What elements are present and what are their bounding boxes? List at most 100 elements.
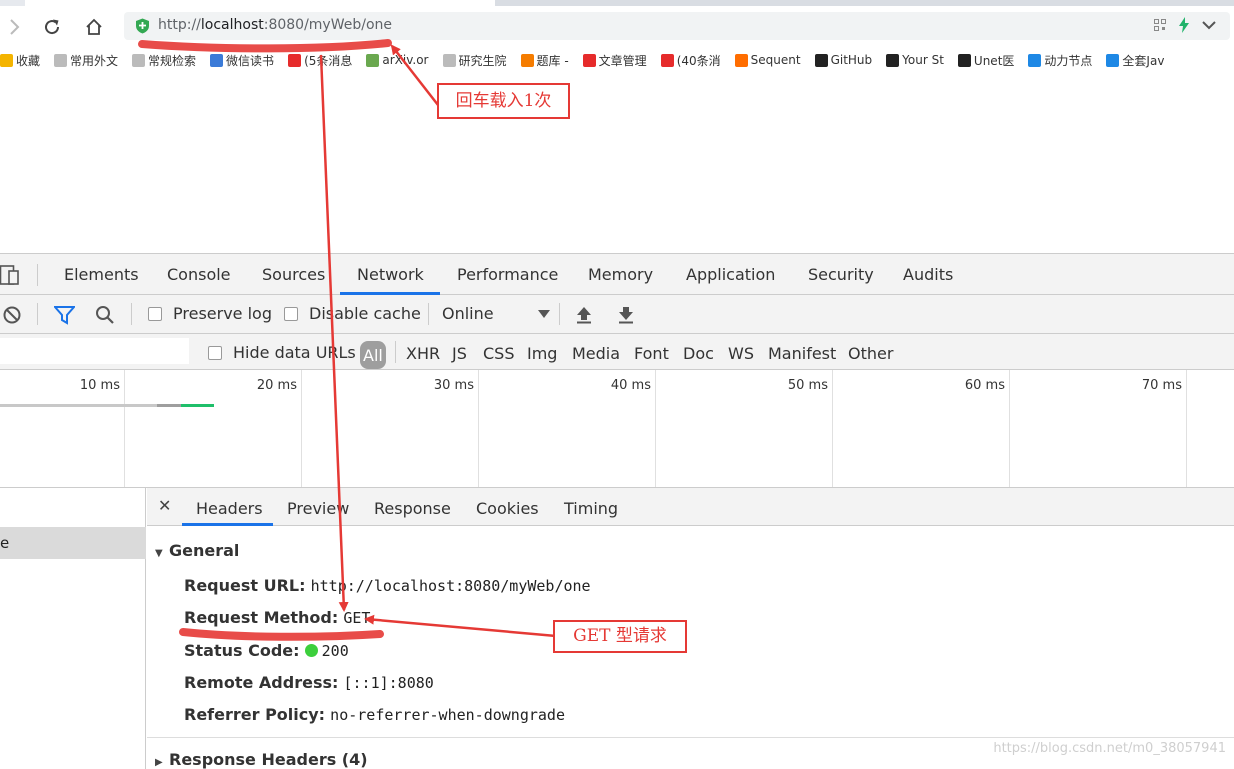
hide-data-urls-option[interactable]: Hide data URLs [208, 343, 356, 362]
url-scheme: http:// [158, 17, 201, 33]
tab-application[interactable]: Application [686, 265, 775, 295]
bookmark-item[interactable]: Unet医 [957, 50, 1015, 70]
filter-type-css[interactable]: CSS [483, 344, 514, 363]
qr-code-icon[interactable] [1154, 19, 1166, 31]
filter-type-media[interactable]: Media [572, 344, 620, 363]
tab-left[interactable] [0, 0, 25, 6]
filter-type-other[interactable]: Other [848, 344, 893, 363]
network-overview-timeline[interactable]: 10 ms 20 ms 30 ms 40 ms 50 ms 60 ms 70 m… [0, 370, 1234, 488]
url-host: localhost [200, 17, 264, 33]
device-toolbar-icon[interactable] [0, 264, 20, 286]
tab-headers[interactable]: Headers [196, 499, 263, 518]
request-row[interactable]: e [0, 527, 146, 559]
home-button[interactable] [80, 14, 108, 40]
bookmark-item[interactable]: GitHub [814, 50, 873, 70]
bookmark-item[interactable]: 收藏 [0, 50, 40, 70]
address-url[interactable]: http://localhost:8080/myWeb/one [158, 17, 392, 33]
reload-button[interactable] [38, 14, 66, 40]
bookmarks-bar: 收藏 常用外文 常规检索 微信读书 (5条消息 arXiv.or 研究生院 题库 - 文章管理 (… [0, 48, 1234, 72]
filter-input[interactable] [0, 338, 189, 364]
bookmark-item[interactable]: 文章管理 [582, 50, 647, 70]
request-url-row: Request URL: http://localhost:8080/myWeb… [184, 576, 591, 595]
search-icon[interactable] [95, 305, 115, 325]
disable-cache-checkbox[interactable] [284, 306, 298, 321]
lightning-icon[interactable] [1178, 17, 1190, 33]
general-header[interactable]: ▼ General [155, 541, 239, 560]
throttle-select[interactable]: Online [442, 304, 550, 323]
bookmark-item[interactable]: 研究生院 [442, 50, 507, 70]
divider [131, 303, 132, 325]
response-headers-header[interactable]: ▶ Response Headers (4) [155, 750, 368, 769]
referrer-policy-key: Referrer Policy: [184, 705, 326, 724]
bookmark-item[interactable]: 题库 - [520, 50, 569, 70]
filter-type-img[interactable]: Img [527, 344, 557, 363]
timeline-label: 60 ms [964, 378, 1005, 393]
remote-address-value: [::1]:8080 [343, 674, 434, 692]
tab-security[interactable]: Security [808, 265, 874, 295]
filter-type-manifest[interactable]: Manifest [768, 344, 836, 363]
preserve-log-option[interactable]: Preserve log [148, 304, 272, 323]
status-ok-icon [304, 644, 318, 657]
bookmark-item[interactable]: (40条消 [660, 50, 721, 70]
filter-type-xhr[interactable]: XHR [406, 344, 440, 363]
timeline-bar-download [181, 404, 214, 407]
general-section: ▼ General Request URL: http://localhost:8… [147, 526, 1234, 769]
bookmark-item[interactable]: Your St [886, 50, 944, 70]
bookmark-label: Unet医 [973, 53, 1015, 68]
reload-annotation: 回车载入1次 [437, 83, 570, 119]
tab-inactive[interactable] [495, 0, 1234, 6]
forward-button[interactable] [0, 14, 28, 40]
filter-type-font[interactable]: Font [634, 344, 669, 363]
export-har-icon[interactable] [617, 306, 635, 324]
bookmark-item[interactable]: arXiv.or [366, 50, 429, 70]
bookmark-item[interactable]: (5条消息 [288, 50, 352, 70]
tab-network[interactable]: Network [357, 265, 424, 295]
disable-cache-option[interactable]: Disable cache [284, 304, 421, 323]
bookmark-item[interactable]: 微信读书 [210, 50, 274, 70]
tab-performance[interactable]: Performance [457, 265, 558, 295]
request-details: ✕ Headers Preview Response Cookies Timin… [147, 488, 1234, 769]
preserve-log-label: Preserve log [173, 304, 272, 323]
bookmark-item[interactable]: 全套Jav [1106, 50, 1164, 70]
bookmark-item[interactable]: 常规检索 [132, 50, 196, 70]
close-icon[interactable]: ✕ [158, 496, 171, 515]
bookmark-item[interactable]: 动力节点 [1028, 50, 1092, 70]
tab-timing[interactable]: Timing [564, 499, 618, 518]
bookmark-label: 收藏 [16, 53, 41, 68]
tab-cookies[interactable]: Cookies [476, 499, 539, 518]
response-headers-title: Response Headers (4) [169, 750, 368, 769]
timeline-label: 10 ms [79, 378, 120, 393]
preserve-log-checkbox[interactable] [148, 306, 162, 321]
tab-elements[interactable]: Elements [64, 265, 139, 295]
divider [37, 303, 38, 325]
tab-sources[interactable]: Sources [262, 265, 325, 295]
filter-type-js[interactable]: JS [452, 344, 467, 363]
tab-memory[interactable]: Memory [588, 265, 653, 295]
address-bar[interactable]: http://localhost:8080/myWeb/one [124, 12, 1230, 40]
bookmark-item[interactable]: 常用外文 [54, 50, 118, 70]
tab-response[interactable]: Response [374, 499, 451, 518]
remote-address-row: Remote Address: [::1]:8080 [184, 673, 434, 692]
address-bar-actions [1154, 17, 1216, 33]
chevron-down-icon[interactable] [1202, 20, 1216, 30]
tab-console[interactable]: Console [167, 265, 231, 295]
status-code-value: 200 [321, 642, 349, 660]
timeline-bar-queue [157, 404, 181, 407]
filter-type-all[interactable]: All [360, 341, 386, 369]
timeline-gridline [1186, 370, 1187, 487]
import-har-icon[interactable] [575, 306, 593, 324]
hide-data-urls-checkbox[interactable] [208, 345, 222, 360]
bookmark-item[interactable]: Sequent [734, 50, 801, 70]
disable-cache-label: Disable cache [309, 304, 421, 323]
divider [559, 303, 560, 325]
bookmark-label: GitHub [830, 53, 873, 67]
filter-type-ws[interactable]: WS [728, 344, 754, 363]
tab-active[interactable] [25, 0, 495, 6]
filter-type-doc[interactable]: Doc [683, 344, 714, 363]
filter-icon[interactable] [54, 305, 75, 325]
tab-audits[interactable]: Audits [903, 265, 953, 295]
status-code-key: Status Code: [184, 641, 300, 660]
clear-icon[interactable] [2, 305, 22, 325]
divider [147, 737, 1234, 738]
tab-preview[interactable]: Preview [287, 499, 349, 518]
